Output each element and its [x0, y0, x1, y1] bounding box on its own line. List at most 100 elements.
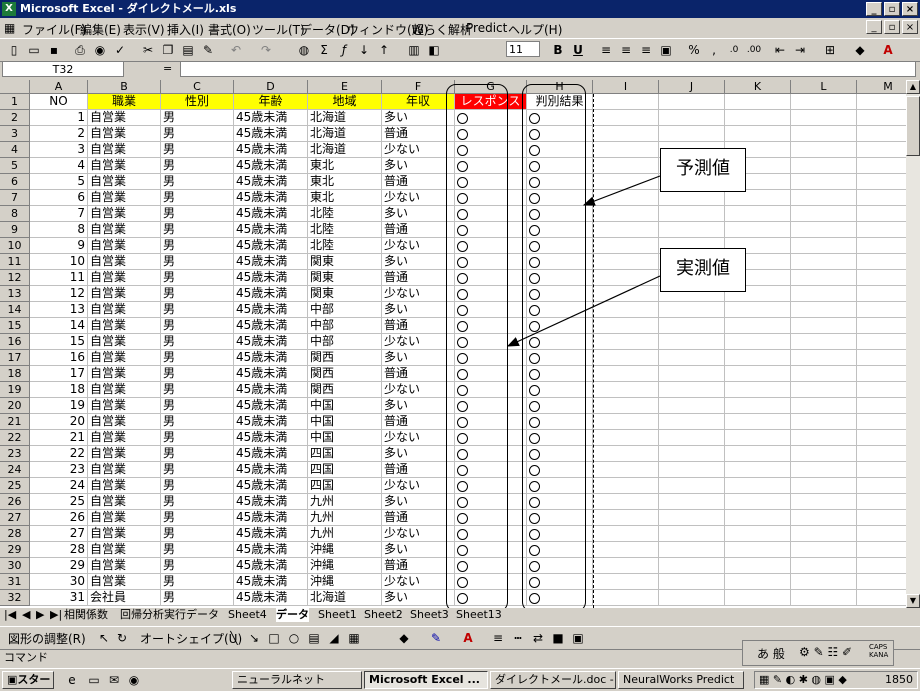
cell[interactable]: [791, 478, 857, 494]
column-header-j[interactable]: J: [659, 80, 725, 94]
cell-area[interactable]: 関東: [308, 270, 382, 286]
spreadsheet-grid[interactable]: A B C D E F G H I J K L M 1 NO 職業 性別 年齢 地域 年収 レスポンス 判別結果 2 1 自営業…: [0, 80, 906, 608]
cell-area[interactable]: 北海道: [308, 126, 382, 142]
cell[interactable]: [659, 526, 725, 542]
cell[interactable]: [659, 318, 725, 334]
cell-age[interactable]: 45歳未満: [234, 110, 308, 126]
cell[interactable]: [593, 94, 659, 110]
cell-job[interactable]: 自営業: [88, 334, 161, 350]
spellcheck-icon[interactable]: ✓: [112, 42, 128, 58]
cell-no[interactable]: 23: [30, 462, 88, 478]
cell[interactable]: [593, 190, 659, 206]
cell[interactable]: [857, 558, 906, 574]
cell-sex[interactable]: 男: [161, 494, 234, 510]
align-left-icon[interactable]: ≡: [598, 42, 614, 58]
doc-minimize-button[interactable]: _: [866, 20, 882, 34]
cell[interactable]: [593, 350, 659, 366]
cell-area[interactable]: 中国: [308, 430, 382, 446]
cell-area[interactable]: 関西: [308, 350, 382, 366]
cell-area[interactable]: 東北: [308, 174, 382, 190]
cell-area[interactable]: 九州: [308, 494, 382, 510]
cell[interactable]: [857, 206, 906, 222]
task-excel[interactable]: Microsoft Excel ...: [364, 671, 488, 689]
cell-job[interactable]: 自営業: [88, 542, 161, 558]
cell[interactable]: [659, 590, 725, 606]
cell-income[interactable]: 少ない: [382, 478, 455, 494]
row-header[interactable]: 4: [0, 142, 30, 158]
cell[interactable]: [857, 366, 906, 382]
row-header[interactable]: 1: [0, 94, 30, 110]
cell-job[interactable]: 自営業: [88, 142, 161, 158]
cell-income[interactable]: 少ない: [382, 430, 455, 446]
cell-sex[interactable]: 男: [161, 238, 234, 254]
cell-sex[interactable]: 男: [161, 286, 234, 302]
cell-sex[interactable]: 男: [161, 254, 234, 270]
wordart-icon[interactable]: ◢: [326, 630, 342, 646]
cell-sex[interactable]: 男: [161, 590, 234, 606]
cell-age[interactable]: 45歳未満: [234, 462, 308, 478]
cell[interactable]: [791, 238, 857, 254]
row-header[interactable]: 20: [0, 398, 30, 414]
menu-edit[interactable]: 編集(E): [80, 21, 121, 38]
cell-age[interactable]: 45歳未満: [234, 238, 308, 254]
row-header[interactable]: 14: [0, 302, 30, 318]
cell-job[interactable]: 自営業: [88, 574, 161, 590]
cell[interactable]: [725, 190, 791, 206]
cell-age[interactable]: 45歳未満: [234, 254, 308, 270]
name-box[interactable]: T32: [2, 61, 124, 77]
cell[interactable]: [857, 542, 906, 558]
row-header[interactable]: 16: [0, 334, 30, 350]
cell-sex[interactable]: 男: [161, 414, 234, 430]
cell-age[interactable]: 45歳未満: [234, 590, 308, 606]
font-size-select[interactable]: 11: [506, 41, 540, 57]
menu-format[interactable]: 書式(O): [208, 21, 251, 38]
cell-no[interactable]: 2: [30, 126, 88, 142]
row-header[interactable]: 9: [0, 222, 30, 238]
shadow-icon[interactable]: ■: [550, 630, 566, 646]
cell[interactable]: [857, 302, 906, 318]
cell[interactable]: [791, 94, 857, 110]
cell-age[interactable]: 45歳未満: [234, 158, 308, 174]
cell-sex[interactable]: 男: [161, 574, 234, 590]
3d-icon[interactable]: ▣: [570, 630, 586, 646]
cell[interactable]: [791, 110, 857, 126]
cell[interactable]: [659, 494, 725, 510]
formula-input[interactable]: [180, 61, 916, 77]
cell[interactable]: [857, 574, 906, 590]
cell-income[interactable]: 少ない: [382, 574, 455, 590]
cell-age[interactable]: 45歳未満: [234, 286, 308, 302]
clipart-icon[interactable]: ▦: [346, 630, 362, 646]
cell-no[interactable]: 15: [30, 334, 88, 350]
cell-job[interactable]: 自営業: [88, 254, 161, 270]
cell[interactable]: [791, 270, 857, 286]
task-predict[interactable]: NeuralWorks Predict: [618, 671, 744, 689]
cell-age[interactable]: 45歳未満: [234, 382, 308, 398]
menu-analysis[interactable]: 超らく解析: [412, 21, 472, 38]
cell-income[interactable]: 多い: [382, 398, 455, 414]
cell-income[interactable]: 少ない: [382, 142, 455, 158]
cell-no[interactable]: 30: [30, 574, 88, 590]
cell-sex[interactable]: 男: [161, 318, 234, 334]
cell[interactable]: [791, 254, 857, 270]
cell-sex[interactable]: 男: [161, 110, 234, 126]
cell-area[interactable]: 四国: [308, 462, 382, 478]
cell-area[interactable]: 中国: [308, 398, 382, 414]
cell-sex[interactable]: 男: [161, 366, 234, 382]
cell-sex[interactable]: 男: [161, 190, 234, 206]
line-icon[interactable]: ╲: [226, 630, 242, 646]
new-icon[interactable]: ▯: [6, 42, 22, 58]
hyperlink-icon[interactable]: ◍: [296, 42, 312, 58]
cell[interactable]: [593, 510, 659, 526]
cell[interactable]: [593, 206, 659, 222]
rectangle-icon[interactable]: □: [266, 630, 282, 646]
task-word[interactable]: ダイレクトメール.doc - ...: [490, 671, 616, 689]
quicklaunch-desktop-icon[interactable]: ▭: [86, 672, 102, 688]
cell[interactable]: [857, 254, 906, 270]
formula-equals[interactable]: =: [163, 62, 172, 75]
cell[interactable]: [791, 414, 857, 430]
cell[interactable]: [593, 414, 659, 430]
dash-style-icon[interactable]: ┅: [510, 630, 526, 646]
cell[interactable]: [593, 334, 659, 350]
cell-income[interactable]: 多い: [382, 206, 455, 222]
cell-income[interactable]: 普通: [382, 366, 455, 382]
